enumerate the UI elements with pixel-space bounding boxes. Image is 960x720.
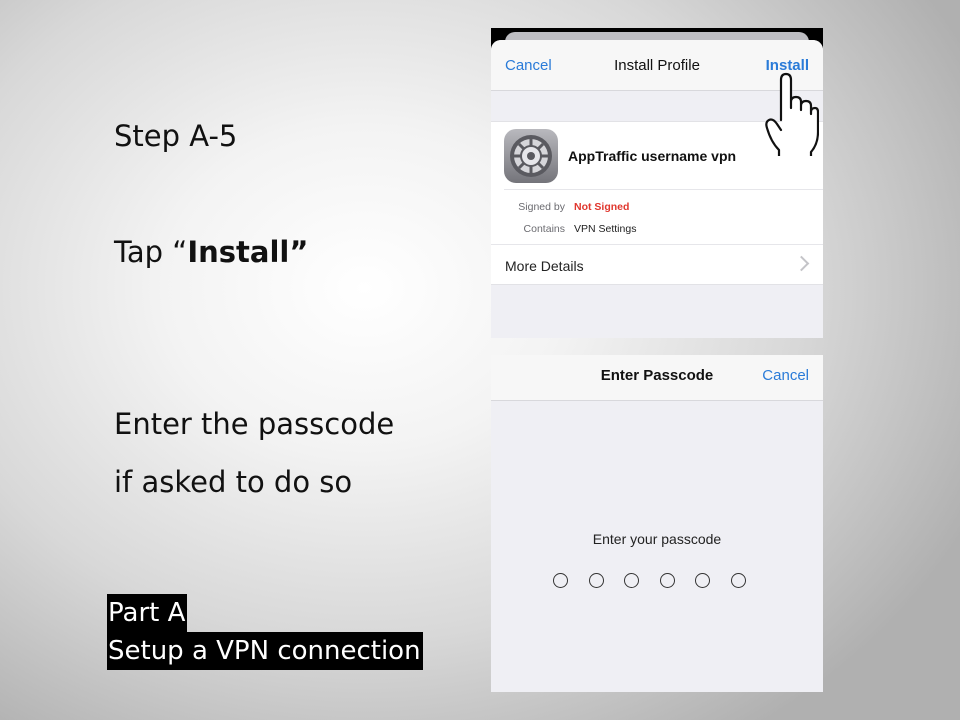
- step-title: Step A-5: [114, 119, 238, 153]
- tap-prefix: Tap “: [114, 235, 188, 269]
- divider: [491, 244, 823, 245]
- passcode-dot: [624, 573, 639, 588]
- enter-passcode-navbar: Enter Passcode Cancel: [491, 355, 823, 401]
- passcode-cancel-button[interactable]: Cancel: [762, 367, 809, 384]
- more-details-row[interactable]: More Details: [505, 258, 584, 274]
- passcode-dot: [730, 573, 746, 588]
- tap-install-emphasis: Install”: [187, 235, 309, 269]
- passcode-instruction-line-2: if asked to do so: [114, 465, 353, 499]
- signed-by-value: Not Signed: [574, 201, 630, 213]
- divider: [504, 189, 823, 190]
- part-title: Part A: [107, 594, 188, 632]
- gear-icon: [504, 129, 558, 183]
- passcode-instruction-line-1: Enter the passcode: [114, 407, 395, 441]
- part-subtitle: Setup a VPN connection: [107, 632, 423, 670]
- profile-name: AppTraffic username vpn: [568, 148, 737, 164]
- signed-by-label: Signed by: [518, 201, 565, 213]
- passcode-dots[interactable]: [553, 573, 746, 588]
- passcode-dot: [553, 573, 568, 588]
- tap-instruction: Tap “Install”: [114, 238, 308, 267]
- passcode-dot: [659, 573, 675, 588]
- passcode-dot: [695, 573, 710, 588]
- contains-value: VPN Settings: [574, 223, 637, 235]
- passcode-dot: [588, 573, 604, 588]
- chevron-right-icon: [793, 255, 810, 272]
- passcode-prompt: Enter your passcode: [592, 531, 722, 547]
- contains-label: Contains: [523, 223, 565, 235]
- install-profile-screenshot: Cancel Install Profile Install AppTraffi…: [491, 28, 823, 338]
- pointing-hand-icon: [765, 72, 819, 156]
- enter-passcode-screenshot: Enter Passcode Cancel Enter your passcod…: [491, 355, 823, 692]
